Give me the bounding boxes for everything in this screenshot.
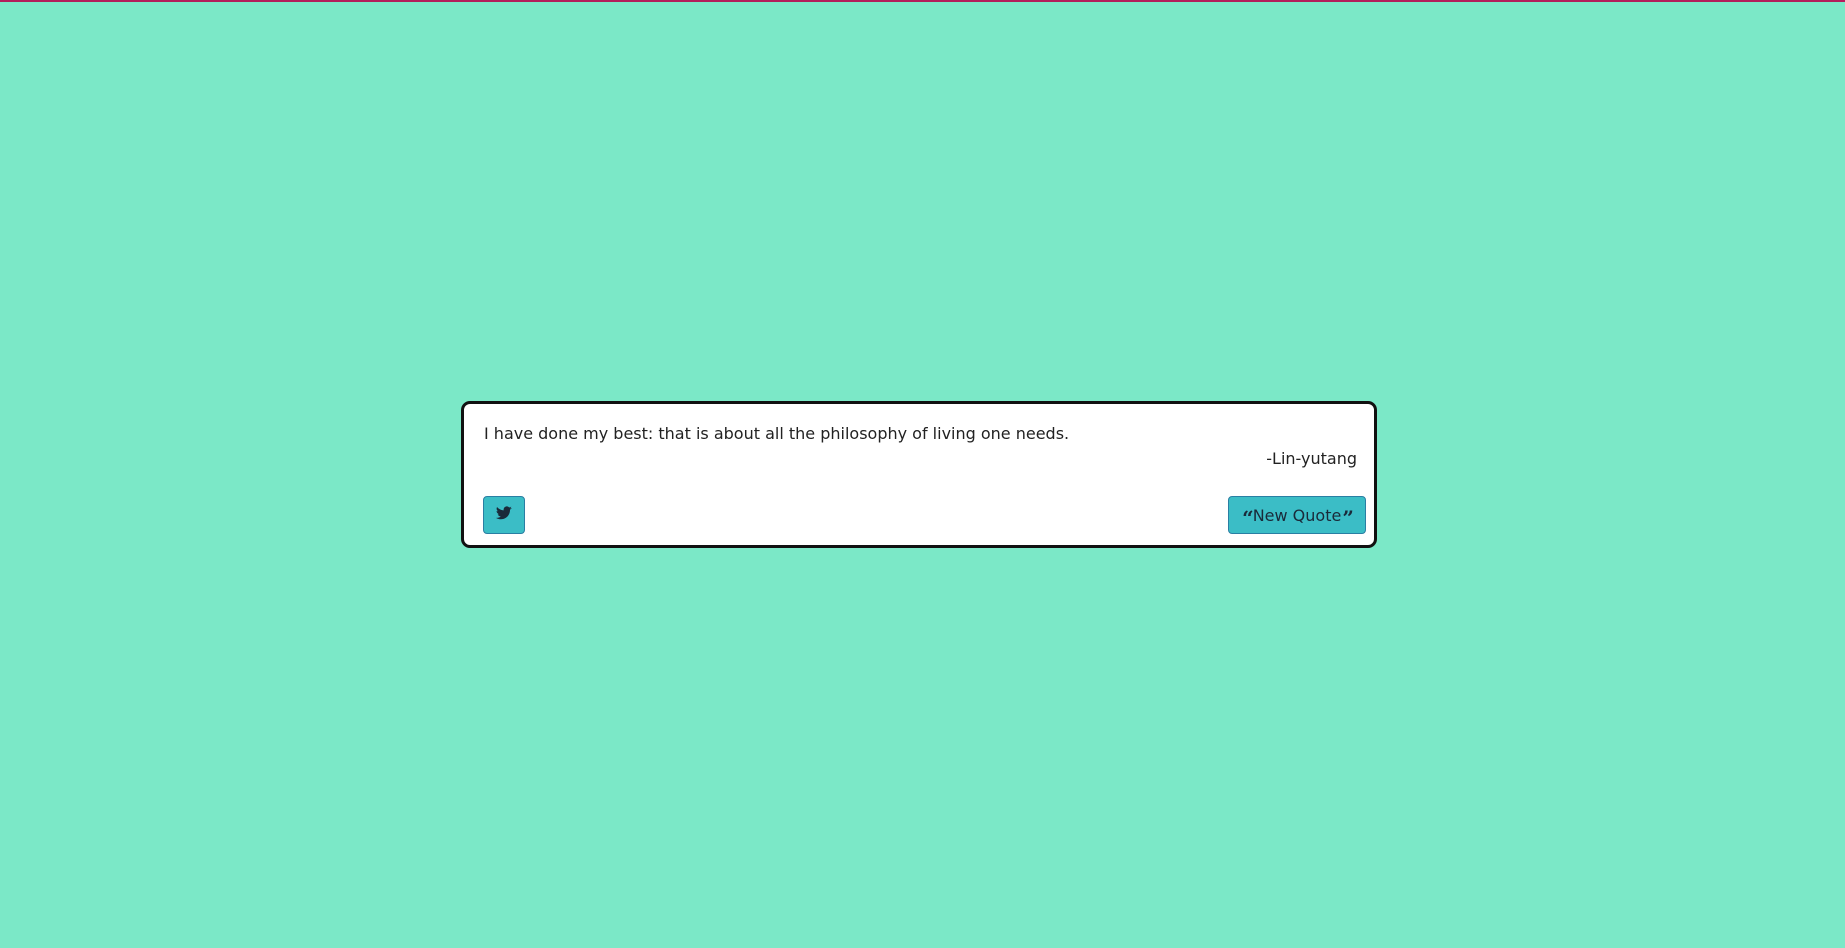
quote-author: -Lin-yutang bbox=[1266, 449, 1357, 468]
new-quote-button[interactable]: “ New Quote ” bbox=[1228, 496, 1366, 534]
twitter-icon bbox=[495, 506, 512, 524]
new-quote-label: New Quote bbox=[1252, 505, 1342, 525]
open-quote-icon: “ bbox=[1242, 506, 1253, 530]
quote-text: I have done my best: that is about all t… bbox=[484, 424, 1070, 443]
quote-box: I have done my best: that is about all t… bbox=[461, 401, 1377, 548]
close-quote-icon: ” bbox=[1342, 506, 1353, 530]
top-accent-line bbox=[0, 0, 1845, 2]
tweet-quote-button[interactable] bbox=[483, 496, 525, 534]
